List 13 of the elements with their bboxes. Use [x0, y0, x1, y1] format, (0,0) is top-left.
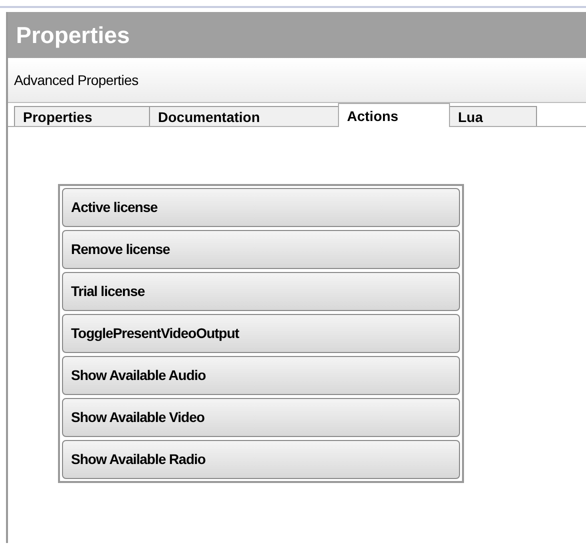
- action-button[interactable]: Show Available Audio: [62, 356, 460, 395]
- action-button[interactable]: Show Available Video: [62, 398, 460, 437]
- subtitle: Advanced Properties: [14, 70, 138, 90]
- panel-title: Properties: [8, 12, 586, 58]
- action-button[interactable]: Remove license: [62, 230, 460, 269]
- tab[interactable]: Properties: [14, 106, 150, 126]
- tab[interactable]: Actions: [338, 103, 450, 127]
- tab[interactable]: Documentation: [149, 106, 339, 126]
- action-button[interactable]: Active license: [62, 188, 460, 227]
- action-button[interactable]: TogglePresentVideoOutput: [62, 314, 460, 353]
- action-button[interactable]: Trial license: [62, 272, 460, 311]
- tab[interactable]: Lua: [449, 106, 537, 126]
- action-button[interactable]: Show Available Radio: [62, 440, 460, 479]
